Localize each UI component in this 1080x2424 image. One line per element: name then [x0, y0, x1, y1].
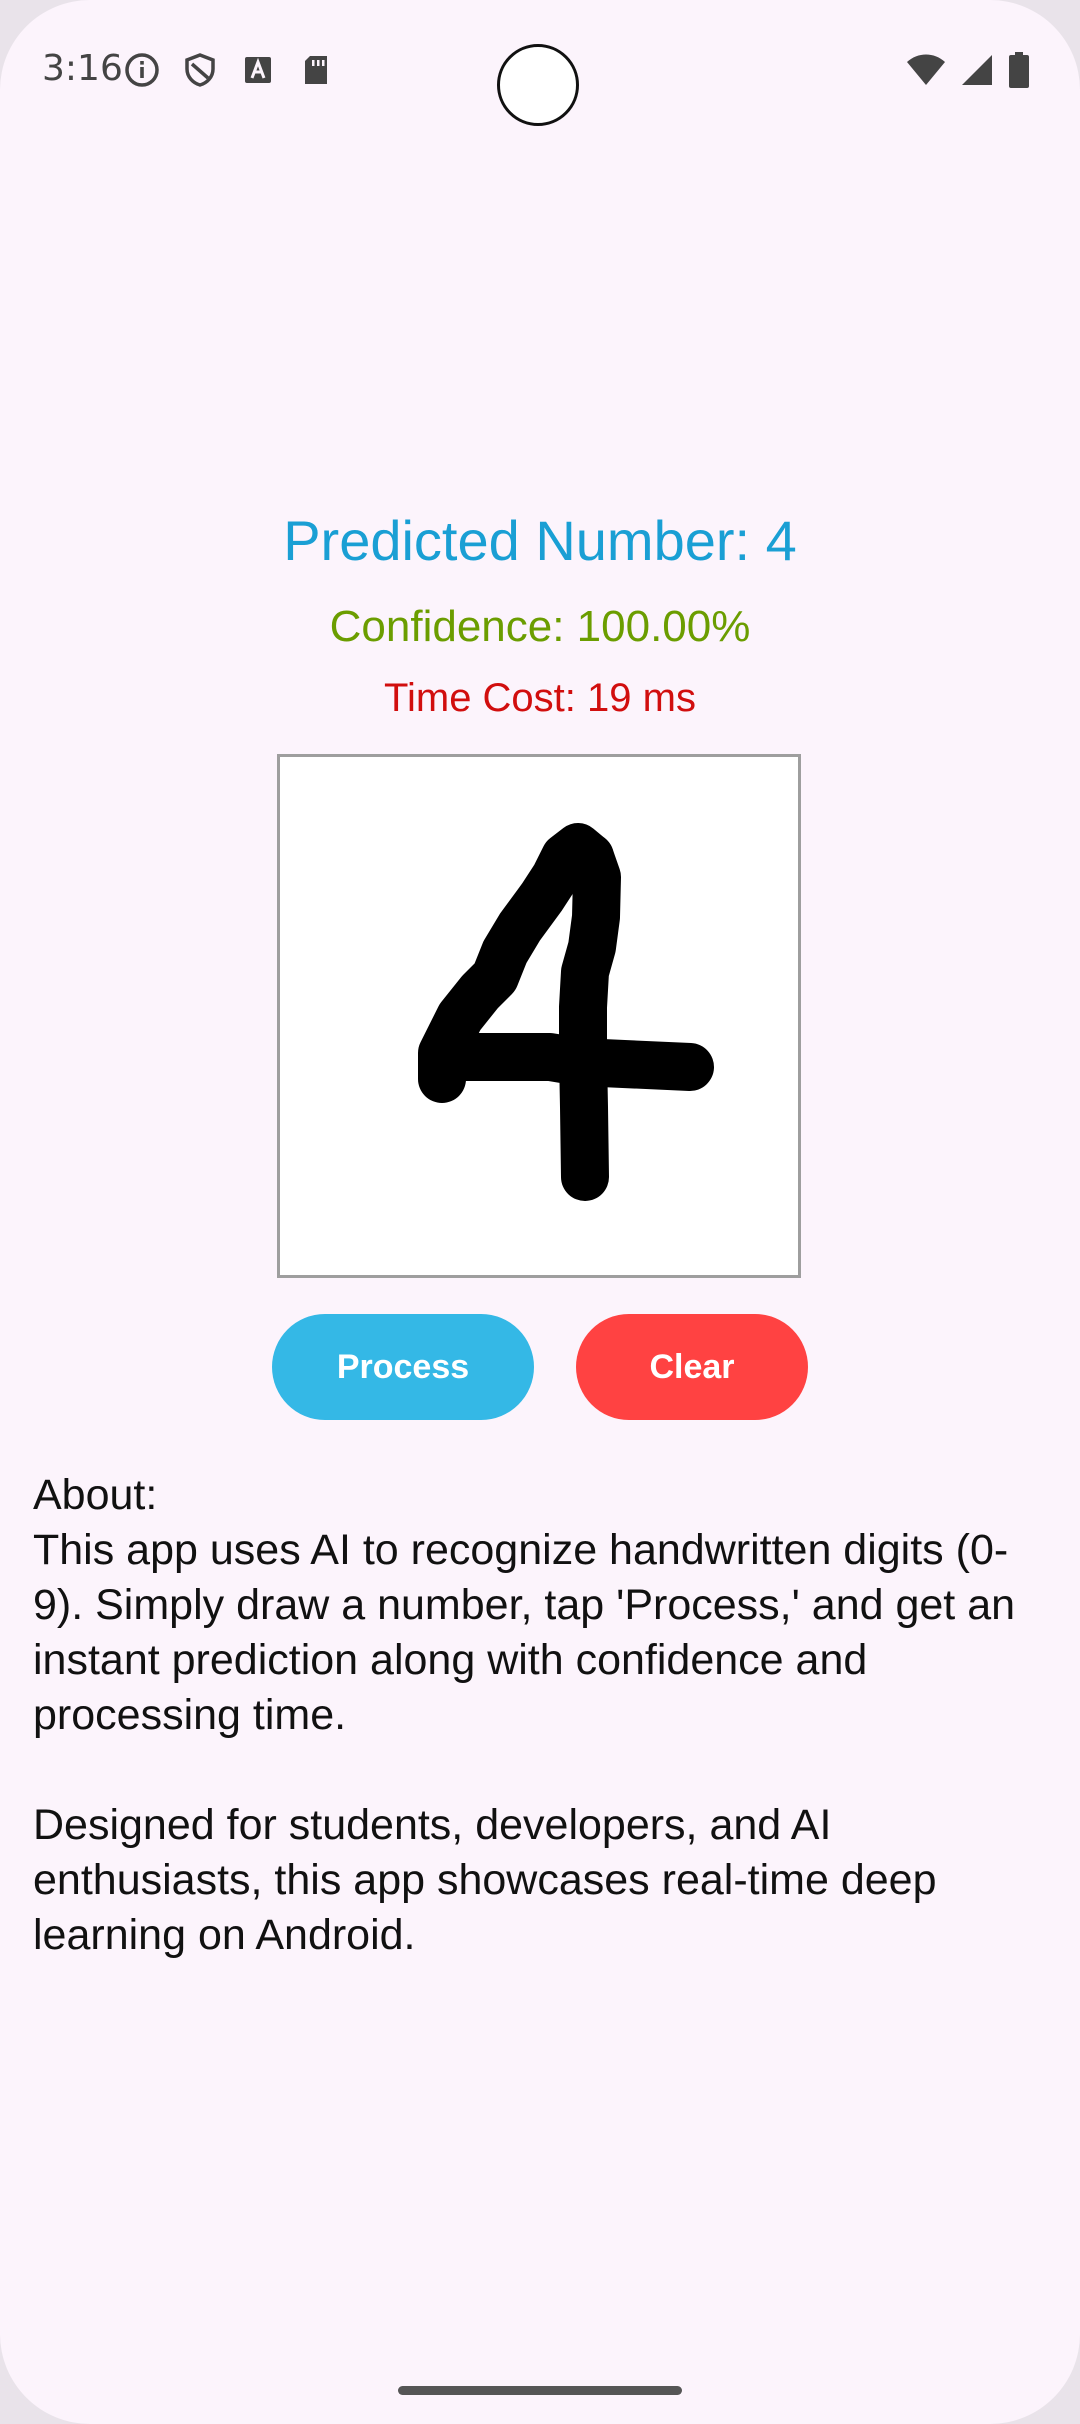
battery-icon — [1008, 52, 1030, 93]
keyboard-a-icon — [240, 52, 276, 88]
wifi-icon — [906, 53, 946, 92]
status-icons-left — [124, 52, 334, 88]
status-icons-right — [906, 52, 1030, 93]
status-time: 3:16 — [42, 48, 123, 89]
sd-card-icon — [298, 52, 334, 88]
time-cost-label: Time Cost: 19 ms — [384, 676, 696, 720]
drawn-digit-stroke — [418, 823, 714, 1201]
info-icon — [124, 52, 160, 88]
signal-icon — [960, 53, 994, 92]
app-screen: 3:16 Predicted Number: 4 Confidence: 100… — [0, 0, 1080, 2424]
process-button[interactable]: Process — [272, 1314, 534, 1420]
shield-icon — [182, 52, 218, 88]
home-indicator[interactable] — [398, 2386, 682, 2395]
predicted-number-label: Predicted Number: 4 — [283, 509, 797, 572]
clear-button[interactable]: Clear — [576, 1314, 808, 1420]
drawing-canvas[interactable] — [277, 754, 801, 1278]
front-camera-cutout — [497, 44, 579, 126]
confidence-label: Confidence: 100.00% — [329, 602, 751, 651]
status-bar: 3:16 — [0, 0, 1080, 140]
about-text: About: This app uses AI to recognize han… — [33, 1471, 1016, 1959]
